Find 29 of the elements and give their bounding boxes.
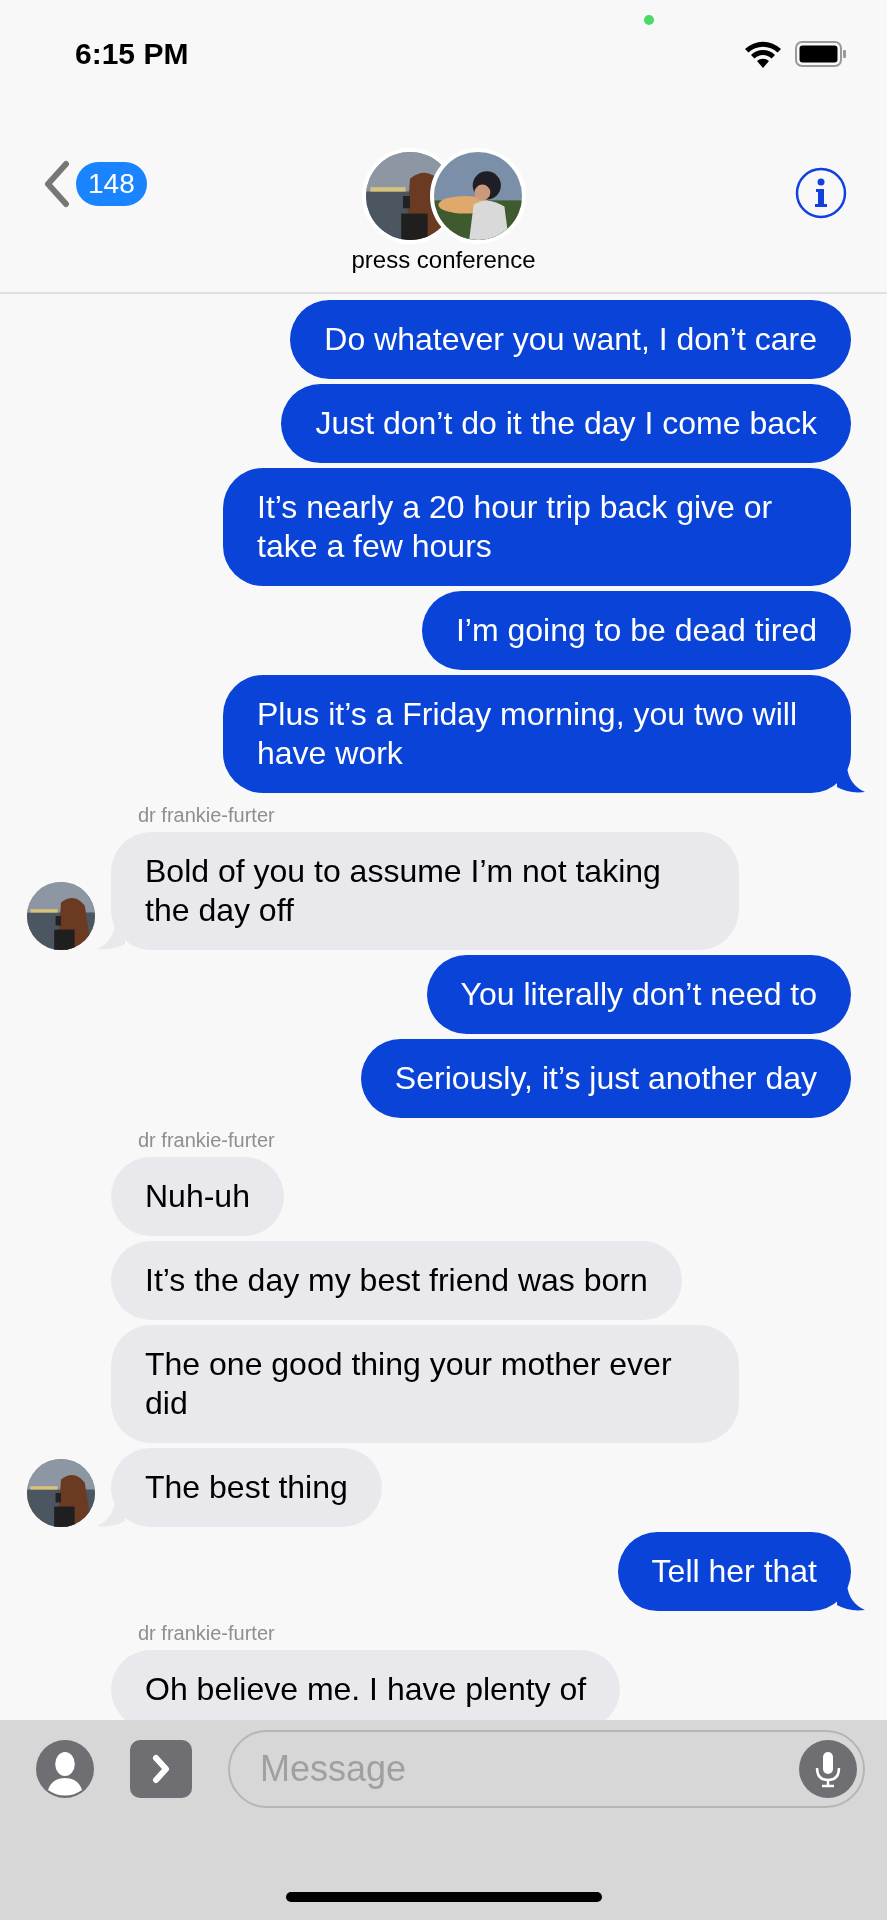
sent-message-bubble[interactable]: Seriously, it’s just another day [360,1039,851,1118]
received-message-bubble[interactable]: The one good thing your mother ever did [111,1325,739,1443]
wifi-icon [743,39,783,69]
sent-message-bubble[interactable]: It’s nearly a 20 hour trip back give or take a few hours [223,468,851,586]
info-icon[interactable] [795,167,847,219]
sent-message-bubble[interactable]: Just don’t do it the day I come back [281,384,851,463]
received-message-bubble[interactable]: Nuh-uh [111,1157,284,1236]
received-message-bubble[interactable]: It’s the day my best friend was born [111,1241,682,1320]
received-message-bubble[interactable]: The best thing [111,1448,382,1527]
sender-name: dr frankie-furter [138,804,276,827]
unread-count-badge: 148 [76,162,147,206]
status-time: 6:15 PM [75,37,189,71]
received-message-bubble[interactable]: Bold of you to assume I’m not taking the day off [111,832,739,950]
battery-icon [795,40,847,68]
received-message-bubble[interactable]: Oh believe me. I have plenty of [111,1650,621,1720]
back-button[interactable]: 148 [42,160,147,208]
sent-message-bubble[interactable]: Plus it’s a Friday morning, you two will have work [223,675,851,793]
sender-name: dr frankie-furter [138,1129,276,1152]
sent-message-bubble[interactable]: Tell her that [617,1532,851,1611]
contact-icon[interactable] [36,1740,94,1798]
microphone-icon[interactable] [799,1740,857,1798]
camera-indicator-dot [644,15,654,25]
conversation-title[interactable]: press conference [351,246,536,274]
sender-name: dr frankie-furter [138,1622,276,1645]
sent-message-bubble[interactable]: Do whatever you want, I don’t care [290,300,851,379]
sent-message-bubble[interactable]: I’m going to be dead tired [421,591,851,670]
apps-expand-icon[interactable] [130,1740,192,1798]
sent-message-bubble[interactable]: You literally don’t need to [426,955,851,1034]
chevron-left-icon [42,160,70,208]
